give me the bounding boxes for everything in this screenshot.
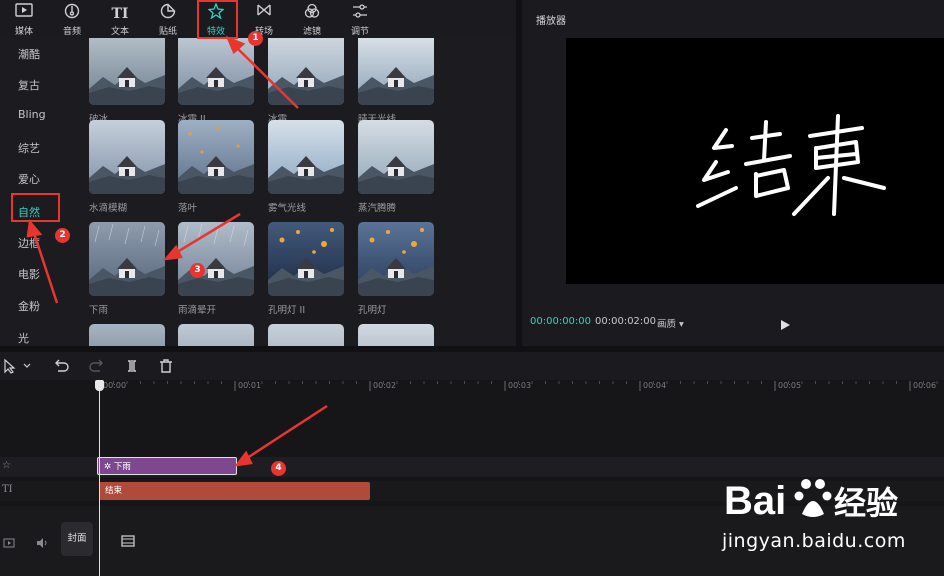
baidu-jingyan-logo: Bai 经验 bbox=[724, 470, 934, 570]
watermark-url: jingyan.baidu.com bbox=[722, 530, 906, 552]
app-window: 媒体 音频 TI 文本 贴纸 特效 转场 滤镜 调节 潮酷 复古 Bling 综… bbox=[0, 0, 944, 576]
svg-text:经验: 经验 bbox=[834, 484, 898, 522]
annotation-number: 2 bbox=[55, 228, 70, 243]
annotation-number: 1 bbox=[248, 31, 263, 46]
annotation-number: 3 bbox=[190, 263, 205, 278]
annotation-number: 4 bbox=[271, 461, 286, 476]
svg-text:Bai: Bai bbox=[724, 479, 786, 523]
